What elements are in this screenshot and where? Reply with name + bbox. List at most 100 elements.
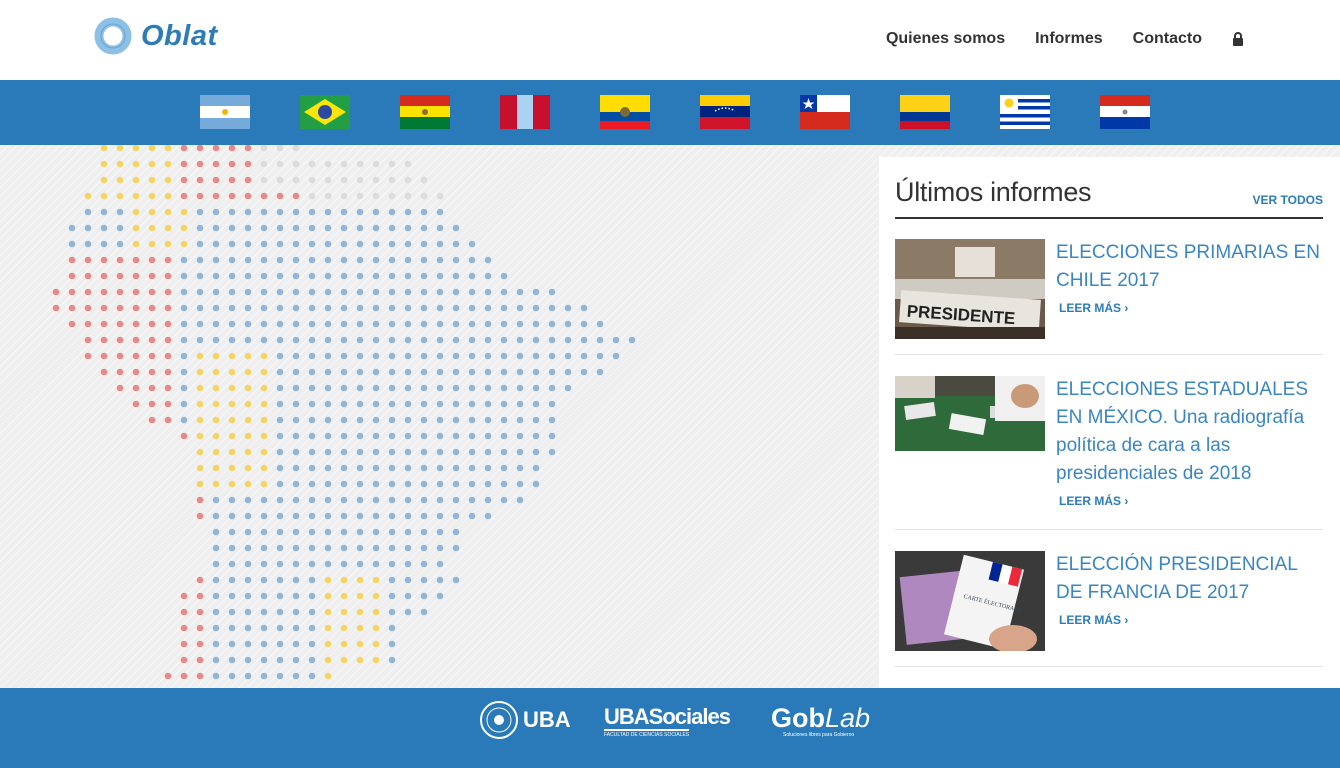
report-thumbnail[interactable] — [895, 376, 1045, 451]
map-dot — [68, 320, 76, 328]
map-dot — [436, 224, 444, 232]
report-title[interactable]: ELECCIONES PRIMARIAS EN CHILE 2017 — [1056, 239, 1326, 295]
map-dot — [372, 640, 380, 648]
map-dot — [260, 160, 268, 168]
map-dot — [436, 368, 444, 376]
flag-argentina[interactable] — [200, 95, 250, 129]
see-all-link[interactable]: VER TODOS — [1253, 193, 1323, 207]
map-dot — [308, 560, 316, 568]
map-dot — [340, 288, 348, 296]
read-more-link[interactable]: LEER MÁS › — [1059, 301, 1128, 315]
ring-icon — [94, 17, 132, 55]
map-dot — [356, 512, 364, 520]
map-dot — [420, 272, 428, 280]
map-dot — [180, 272, 188, 280]
flag-brasil[interactable] — [300, 95, 350, 129]
site-logo[interactable]: Oblat — [94, 17, 218, 55]
uba-sociales-logo[interactable]: UBASociales FACULTAD DE CIENCIAS SOCIALE… — [604, 706, 731, 738]
report-thumbnail[interactable]: CARTE ÉLECTORALE — [895, 551, 1045, 651]
map-dot — [308, 288, 316, 296]
map-dot — [260, 192, 268, 200]
map-dot — [388, 560, 396, 568]
map-dot — [292, 432, 300, 440]
map-dot — [212, 656, 220, 664]
map-dot — [388, 288, 396, 296]
map-dot — [164, 352, 172, 360]
map-dot — [340, 608, 348, 616]
map-dot — [388, 368, 396, 376]
flag-colombia[interactable] — [900, 95, 950, 129]
goblab-logo[interactable]: GobLab Soluciones libres para Gobierno — [771, 704, 870, 738]
map-dot — [244, 336, 252, 344]
map-dot — [212, 624, 220, 632]
map-dot — [212, 480, 220, 488]
map-dot — [212, 368, 220, 376]
map-dot — [356, 272, 364, 280]
flag-venezuela[interactable] — [700, 95, 750, 129]
map-dot — [196, 592, 204, 600]
map-dot — [356, 528, 364, 536]
map-dot — [404, 384, 412, 392]
map-dot — [228, 352, 236, 360]
map-dot — [228, 624, 236, 632]
map-dot — [132, 145, 140, 152]
map-dot — [260, 304, 268, 312]
flag-chile[interactable] — [800, 95, 850, 129]
map-dot — [228, 464, 236, 472]
map-dot — [340, 368, 348, 376]
map-dot — [260, 416, 268, 424]
flag-peru[interactable] — [500, 95, 550, 129]
map-dot — [308, 240, 316, 248]
map-dot — [404, 432, 412, 440]
map-dot — [468, 352, 476, 360]
map-dot — [116, 352, 124, 360]
lock-icon[interactable] — [1232, 32, 1244, 46]
flag-uruguay[interactable] — [1000, 95, 1050, 129]
map-dot — [356, 480, 364, 488]
map-dot — [388, 208, 396, 216]
nav-contacto[interactable]: Contacto — [1133, 30, 1202, 48]
map-dot — [420, 608, 428, 616]
flag-bolivia[interactable] — [400, 95, 450, 129]
brand-name: Oblat — [141, 19, 218, 52]
latest-reports-panel: Últimos informes VER TODOS PRESIDENTE EL… — [879, 157, 1340, 688]
map-dot — [404, 448, 412, 456]
flag-ecuador[interactable] — [600, 95, 650, 129]
uba-logo[interactable]: UBA — [479, 700, 571, 740]
south-america-dot-map[interactable] — [0, 145, 880, 688]
map-dot — [116, 384, 124, 392]
map-dot — [212, 512, 220, 520]
map-dot — [100, 192, 108, 200]
map-dot — [196, 416, 204, 424]
map-dot — [260, 624, 268, 632]
nav-informes[interactable]: Informes — [1035, 30, 1103, 48]
read-more-link[interactable]: LEER MÁS › — [1059, 613, 1128, 627]
map-dot — [260, 528, 268, 536]
map-dot — [228, 480, 236, 488]
map-dot — [308, 640, 316, 648]
nav-quienes-somos[interactable]: Quienes somos — [886, 30, 1005, 48]
map-dot — [276, 624, 284, 632]
map-dot — [388, 640, 396, 648]
map-dot — [260, 512, 268, 520]
map-dot — [420, 544, 428, 552]
map-dot — [532, 336, 540, 344]
map-dot — [116, 160, 124, 168]
read-more-link[interactable]: LEER MÁS › — [1059, 494, 1128, 508]
map-dot — [452, 384, 460, 392]
report-thumbnail[interactable]: PRESIDENTE — [895, 239, 1045, 339]
map-dot — [244, 145, 252, 152]
map-dot — [612, 352, 620, 360]
map-dot — [132, 384, 140, 392]
map-dot — [500, 400, 508, 408]
map-dot — [372, 224, 380, 232]
map-dot — [452, 496, 460, 504]
map-dot — [532, 288, 540, 296]
report-title[interactable]: ELECCIONES ESTADUALES EN MÉXICO. Una rad… — [1056, 376, 1326, 488]
map-dot — [516, 336, 524, 344]
report-title[interactable]: ELECCIÓN PRESIDENCIAL DE FRANCIA DE 2017 — [1056, 551, 1326, 607]
flag-paraguay[interactable] — [1100, 95, 1150, 129]
map-dot — [260, 272, 268, 280]
map-dot — [500, 448, 508, 456]
map-dot — [244, 656, 252, 664]
